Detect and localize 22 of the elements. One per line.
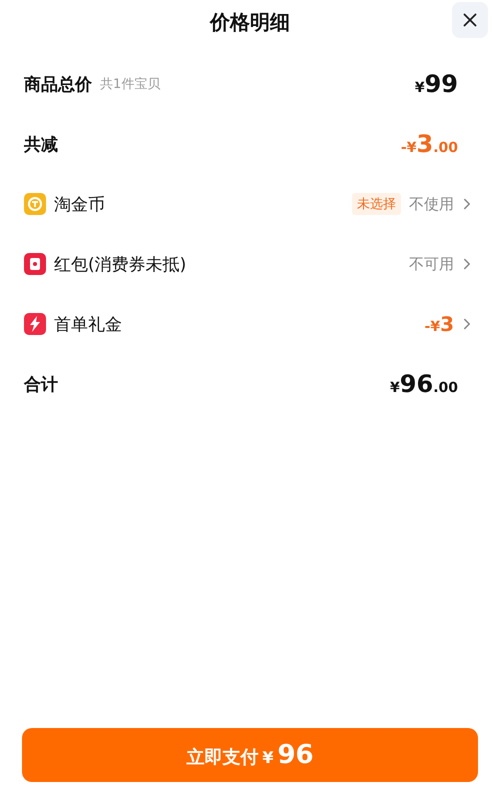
price: -¥3.00: [400, 130, 458, 158]
option-value: 不使用: [409, 194, 454, 214]
coin-icon: [24, 193, 46, 215]
price: ¥96.00: [390, 370, 458, 398]
row-label: 淘金币: [54, 194, 105, 216]
close-button[interactable]: [452, 2, 488, 38]
sheet-title: 价格明细: [210, 8, 290, 36]
price: -¥3: [424, 312, 454, 336]
status-tag: 未选择: [352, 193, 401, 215]
row-label: 首单礼金: [54, 314, 122, 336]
option-row[interactable]: 淘金币 未选择 不使用: [24, 174, 458, 234]
option-value: 不可用: [409, 254, 454, 274]
row-label: 商品总价: [24, 74, 92, 96]
item-count: 共1件宝贝: [100, 76, 160, 93]
envelope-icon: [24, 253, 46, 275]
bolt-icon: [24, 313, 46, 335]
row-label: 共减: [24, 134, 58, 156]
row-label: 红包(消费券未抵): [54, 254, 186, 276]
option-row[interactable]: 首单礼金 -¥3: [24, 294, 458, 354]
row-label: 合计: [24, 374, 58, 396]
price: ¥99: [414, 70, 458, 98]
option-row[interactable]: 红包(消费券未抵) 不可用: [24, 234, 458, 294]
